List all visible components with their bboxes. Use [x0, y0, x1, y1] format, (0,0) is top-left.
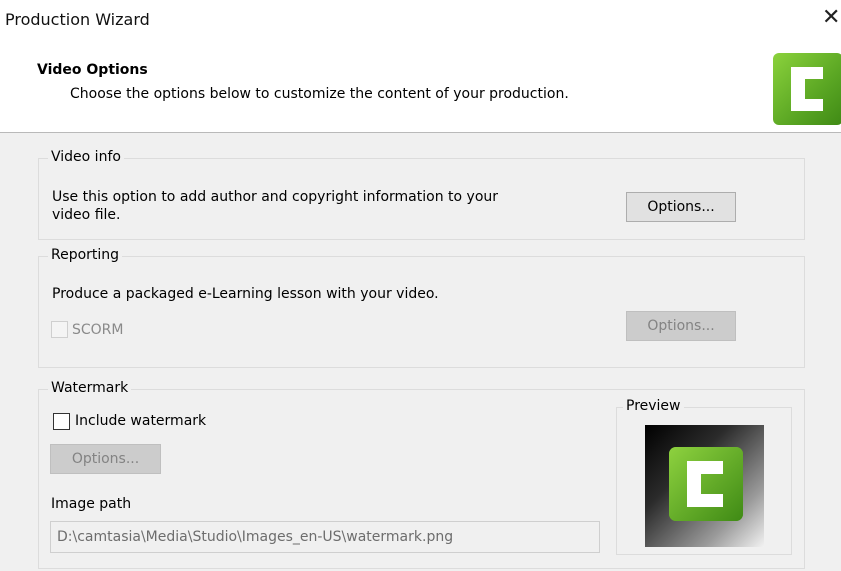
- watermark-preview-image: [645, 425, 764, 547]
- reporting-options-button[interactable]: Options...: [626, 311, 736, 341]
- include-watermark-label[interactable]: Include watermark: [75, 412, 206, 431]
- preview-label: Preview: [623, 398, 684, 414]
- watermark-options-button[interactable]: Options...: [50, 444, 161, 474]
- camtasia-logo-icon: [669, 447, 743, 521]
- watermark-label: Watermark: [48, 380, 132, 396]
- scorm-checkbox[interactable]: [51, 321, 68, 338]
- video-info-options-button[interactable]: Options...: [626, 192, 736, 222]
- camtasia-logo-icon: [773, 53, 841, 125]
- reporting-description: Produce a packaged e-Learning lesson wit…: [52, 286, 439, 302]
- page-title: Video Options: [37, 62, 148, 78]
- include-watermark-checkbox[interactable]: [53, 413, 70, 430]
- image-path-field[interactable]: D:\camtasia\Media\Studio\Images_en-US\wa…: [50, 521, 600, 553]
- page-subtitle: Choose the options below to customize th…: [70, 86, 569, 102]
- image-path-label: Image path: [51, 496, 132, 512]
- video-info-description-line2: video file.: [52, 207, 121, 223]
- video-info-label: Video info: [48, 149, 124, 165]
- scorm-label: SCORM: [72, 322, 124, 338]
- window-title: Production Wizard: [5, 10, 150, 29]
- video-info-description-line1: Use this option to add author and copyri…: [52, 189, 499, 205]
- close-icon[interactable]: ✕: [822, 6, 840, 30]
- reporting-label: Reporting: [48, 247, 123, 263]
